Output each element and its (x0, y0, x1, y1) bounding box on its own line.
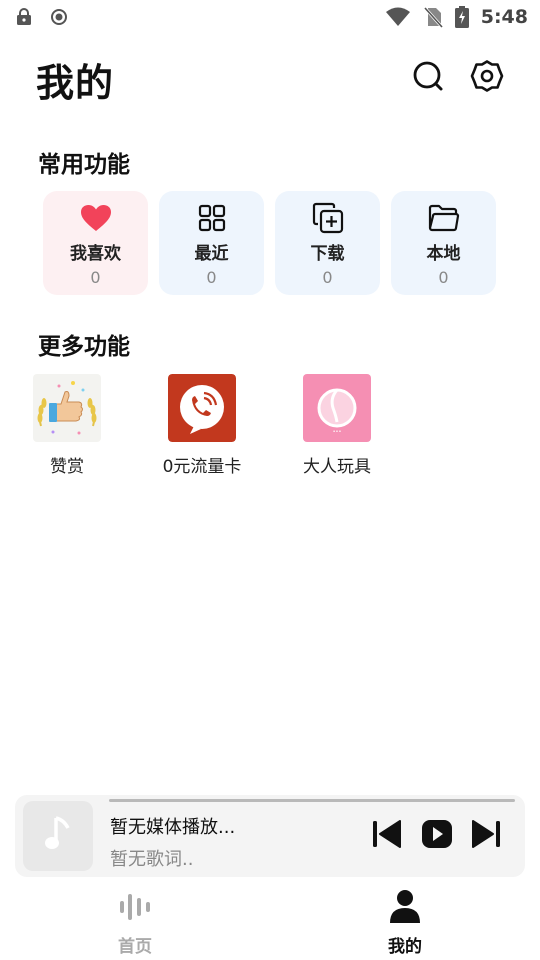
peach-icon: ••• (303, 374, 371, 442)
mini-player[interactable]: 暂无媒体播放... 暂无歌词.. (15, 795, 525, 877)
skip-previous-icon (371, 819, 403, 853)
folder-icon (428, 203, 460, 233)
nav-mine[interactable]: 我的 (345, 888, 465, 957)
thumbs-up-laurel-icon (33, 374, 101, 442)
player-lyrics: 暂无歌词.. (110, 849, 194, 870)
person-icon (387, 888, 423, 928)
card-count: 0 (206, 268, 217, 287)
card-label: 下载 (310, 244, 345, 264)
card-recent[interactable]: 最近 0 (159, 191, 264, 295)
card-count: 0 (90, 268, 101, 287)
app-label: 赞赏 (50, 457, 84, 477)
more-functions: 赞赏 0元流量卡 ••• 大人玩具 (0, 374, 540, 484)
nav-label: 首页 (118, 937, 152, 957)
common-section-title: 常用功能 (38, 152, 130, 178)
header: 我的 (0, 52, 540, 106)
card-label: 我喜欢 (70, 244, 121, 264)
phone-call-icon (168, 374, 236, 442)
status-bar: 5:48 (0, 0, 540, 36)
previous-button[interactable] (370, 819, 404, 853)
no-sim-icon (423, 6, 443, 28)
app-reward[interactable]: 赞赏 (7, 374, 127, 477)
player-title: 暂无媒体播放... (110, 817, 236, 838)
lock-icon (16, 8, 32, 26)
grid-icon (198, 203, 226, 233)
wifi-icon (385, 7, 411, 27)
settings-button[interactable] (469, 60, 505, 96)
app-label: 0元流量卡 (162, 457, 242, 477)
search-button[interactable] (410, 60, 446, 96)
page-title: 我的 (36, 61, 115, 105)
card-download[interactable]: 下载 0 (275, 191, 380, 295)
more-section-title: 更多功能 (38, 334, 130, 360)
card-label: 最近 (194, 244, 229, 264)
music-note-icon (44, 816, 72, 856)
player-progress-bar[interactable] (109, 799, 515, 802)
heart-icon (80, 203, 112, 233)
nav-label: 我的 (388, 937, 422, 957)
bottom-nav: 首页 我的 (0, 884, 540, 960)
album-art[interactable] (23, 801, 93, 871)
common-functions: 我喜欢 0 最近 0 下载 0 本地 0 (43, 191, 496, 295)
play-button[interactable] (420, 819, 454, 853)
next-button[interactable] (469, 819, 503, 853)
card-count: 0 (438, 268, 449, 287)
play-icon (421, 819, 453, 853)
copy-plus-icon (312, 202, 344, 234)
card-local[interactable]: 本地 0 (391, 191, 496, 295)
skip-next-icon (470, 819, 502, 853)
status-time: 5:48 (480, 6, 528, 28)
svg-text:•••: ••• (333, 429, 342, 435)
app-label: 大人玩具 (303, 457, 371, 477)
battery-charging-icon (454, 6, 469, 28)
settings-icon (470, 59, 504, 97)
card-count: 0 (322, 268, 333, 287)
card-favorites[interactable]: 我喜欢 0 (43, 191, 148, 295)
nav-home[interactable]: 首页 (75, 888, 195, 957)
record-icon (50, 8, 68, 26)
app-data-card[interactable]: 0元流量卡 (142, 374, 262, 477)
card-label: 本地 (426, 244, 461, 264)
equalizer-icon (117, 888, 153, 928)
search-icon (412, 60, 444, 96)
app-adult-toys[interactable]: ••• 大人玩具 (277, 374, 397, 477)
